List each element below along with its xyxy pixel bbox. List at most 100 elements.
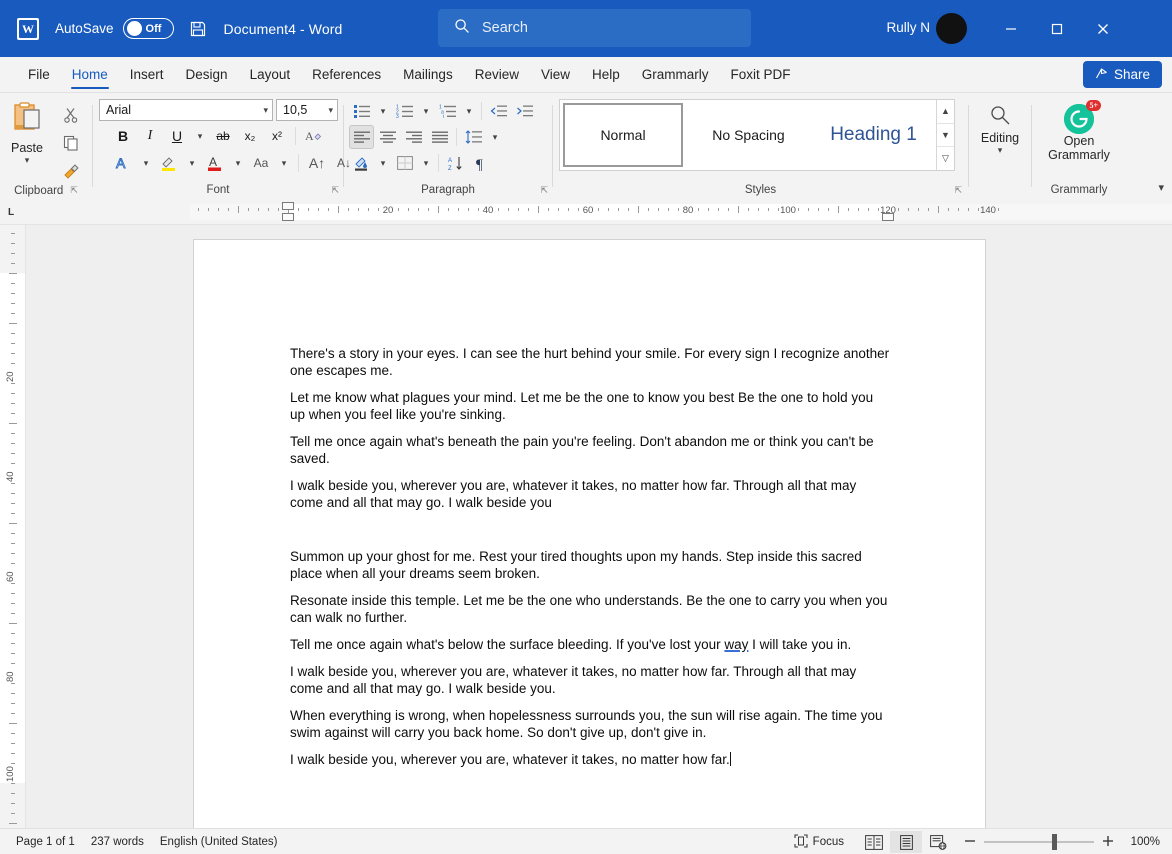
chevron-down-icon[interactable]: ▼: [937, 124, 954, 148]
shading-icon[interactable]: [349, 151, 374, 175]
document-title[interactable]: Document4 - Word: [224, 21, 343, 37]
paragraph[interactable]: There's a story in your eyes. I can see …: [290, 345, 890, 379]
chevron-up-icon[interactable]: ▲: [937, 100, 954, 124]
justify-icon[interactable]: [427, 125, 452, 149]
chevron-down-icon[interactable]: ▾: [998, 145, 1003, 155]
avatar[interactable]: [936, 13, 967, 44]
save-icon[interactable]: [189, 20, 207, 38]
shading-chevron-down-icon[interactable]: ▾: [375, 151, 391, 175]
maximize-button[interactable]: [1034, 0, 1080, 57]
user-name[interactable]: Rully N: [886, 20, 930, 35]
read-mode-button[interactable]: [858, 831, 890, 853]
cut-button[interactable]: [59, 104, 83, 126]
word-count[interactable]: 237 words: [91, 836, 144, 848]
vertical-ruler[interactable]: 20406080100: [0, 225, 26, 828]
tab-view[interactable]: View: [530, 57, 581, 92]
first-line-indent-marker[interactable]: [282, 202, 294, 210]
share-button[interactable]: Share: [1083, 61, 1162, 88]
page-indicator[interactable]: Page 1 of 1: [16, 836, 75, 848]
clipboard-dialog-launcher[interactable]: ⇱: [70, 185, 78, 196]
paragraph[interactable]: When everything is wrong, when hopelessn…: [290, 707, 890, 741]
search-input[interactable]: Search: [438, 9, 751, 47]
chevron-down-icon[interactable]: ▾: [25, 155, 30, 165]
right-indent-marker[interactable]: [882, 213, 894, 221]
web-layout-button[interactable]: [922, 831, 954, 853]
underline-chevron-down-icon[interactable]: ▾: [192, 124, 208, 148]
zoom-control[interactable]: 100%: [964, 835, 1160, 850]
grow-font-button[interactable]: A↑: [305, 151, 329, 175]
highlight-chevron-down-icon[interactable]: ▾: [184, 151, 200, 175]
paragraph[interactable]: Summon up your ghost for me. Rest your t…: [290, 548, 890, 582]
increase-indent-icon[interactable]: [512, 99, 537, 123]
tab-stop-left-icon[interactable]: L: [8, 207, 14, 218]
line-spacing-icon[interactable]: [461, 125, 486, 149]
autosave-toggle[interactable]: Off: [123, 18, 174, 39]
paragraph-dialog-launcher[interactable]: ⇱: [540, 185, 548, 196]
decrease-indent-icon[interactable]: [486, 99, 511, 123]
minimize-button[interactable]: [988, 0, 1034, 57]
subscript-button[interactable]: x₂: [238, 124, 262, 148]
underline-button[interactable]: U: [165, 124, 189, 148]
style-no-spacing[interactable]: No Spacing: [686, 100, 811, 170]
tab-foxit-pdf[interactable]: Foxit PDF: [720, 57, 802, 92]
font-family-combo[interactable]: Arial ▾: [99, 99, 273, 121]
font-color-chevron-down-icon[interactable]: ▾: [230, 151, 246, 175]
left-indent-marker[interactable]: [282, 213, 294, 221]
zoom-level[interactable]: 100%: [1122, 836, 1160, 848]
tab-insert[interactable]: Insert: [119, 57, 175, 92]
open-grammarly-button[interactable]: 5+ Open Grammarly: [1032, 98, 1126, 162]
multilevel-list-icon[interactable]: 1 a i: [435, 99, 460, 123]
tab-mailings[interactable]: Mailings: [392, 57, 464, 92]
empty-paragraph[interactable]: [290, 521, 890, 538]
line-spacing-chevron-down-icon[interactable]: ▾: [487, 125, 503, 149]
paragraph[interactable]: Tell me once again what's beneath the pa…: [290, 433, 890, 467]
font-size-combo[interactable]: 10,5 ▾: [276, 99, 338, 121]
styles-more-icon[interactable]: ▽: [937, 147, 954, 170]
editing-button[interactable]: Editing ▾: [969, 98, 1031, 155]
copy-button[interactable]: [59, 132, 83, 154]
numbered-list-icon[interactable]: 1 2 3: [392, 99, 417, 123]
text-effects-icon[interactable]: A: [111, 151, 135, 175]
paragraph[interactable]: I walk beside you, wherever you are, wha…: [290, 477, 890, 511]
document-canvas[interactable]: There's a story in your eyes. I can see …: [26, 225, 1172, 828]
tab-file[interactable]: File: [17, 57, 61, 92]
text-highlight-icon[interactable]: [157, 151, 181, 175]
paragraph[interactable]: I walk beside you, wherever you are, wha…: [290, 663, 890, 697]
tab-home[interactable]: Home: [61, 57, 119, 92]
tab-references[interactable]: References: [301, 57, 392, 92]
change-case-button[interactable]: Aa: [249, 151, 273, 175]
multilevel-chevron-down-icon[interactable]: ▾: [461, 99, 477, 123]
grammar-suggestion-word[interactable]: way: [724, 637, 748, 652]
format-painter-button[interactable]: [59, 160, 83, 182]
horizontal-ruler[interactable]: L 20406080100120140: [0, 199, 1172, 225]
font-dialog-launcher[interactable]: ⇱: [331, 185, 339, 196]
sort-icon[interactable]: A Z: [443, 151, 468, 175]
paragraph[interactable]: Resonate inside this temple. Let me be t…: [290, 592, 890, 626]
align-center-icon[interactable]: [375, 125, 400, 149]
style-normal[interactable]: Normal: [563, 103, 683, 167]
last-paragraph[interactable]: I walk beside you, wherever you are, wha…: [290, 751, 890, 768]
borders-chevron-down-icon[interactable]: ▾: [418, 151, 434, 175]
font-color-icon[interactable]: A: [203, 151, 227, 175]
align-right-icon[interactable]: [401, 125, 426, 149]
paragraph-with-suggestion[interactable]: Tell me once again what's below the surf…: [290, 636, 890, 653]
zoom-slider-thumb[interactable]: [1052, 834, 1057, 850]
document-page[interactable]: There's a story in your eyes. I can see …: [193, 239, 986, 828]
clear-formatting-icon[interactable]: A: [302, 124, 326, 148]
style-heading-1[interactable]: Heading 1: [811, 100, 936, 170]
tab-review[interactable]: Review: [464, 57, 530, 92]
paragraph[interactable]: Let me know what plagues your mind. Let …: [290, 389, 890, 423]
bullets-chevron-down-icon[interactable]: ▾: [375, 99, 391, 123]
styles-dialog-launcher[interactable]: ⇱: [954, 185, 962, 196]
print-layout-button[interactable]: [890, 831, 922, 853]
language-indicator[interactable]: English (United States): [160, 836, 278, 848]
tab-grammarly[interactable]: Grammarly: [631, 57, 720, 92]
text-effects-chevron-down-icon[interactable]: ▾: [138, 151, 154, 175]
strikethrough-button[interactable]: ab: [211, 124, 235, 148]
zoom-out-icon[interactable]: [964, 835, 976, 850]
focus-button[interactable]: Focus: [794, 834, 844, 851]
superscript-button[interactable]: x²: [265, 124, 289, 148]
paste-button[interactable]: Paste ▾: [0, 98, 54, 165]
bullet-list-icon[interactable]: [349, 99, 374, 123]
tab-layout[interactable]: Layout: [239, 57, 302, 92]
